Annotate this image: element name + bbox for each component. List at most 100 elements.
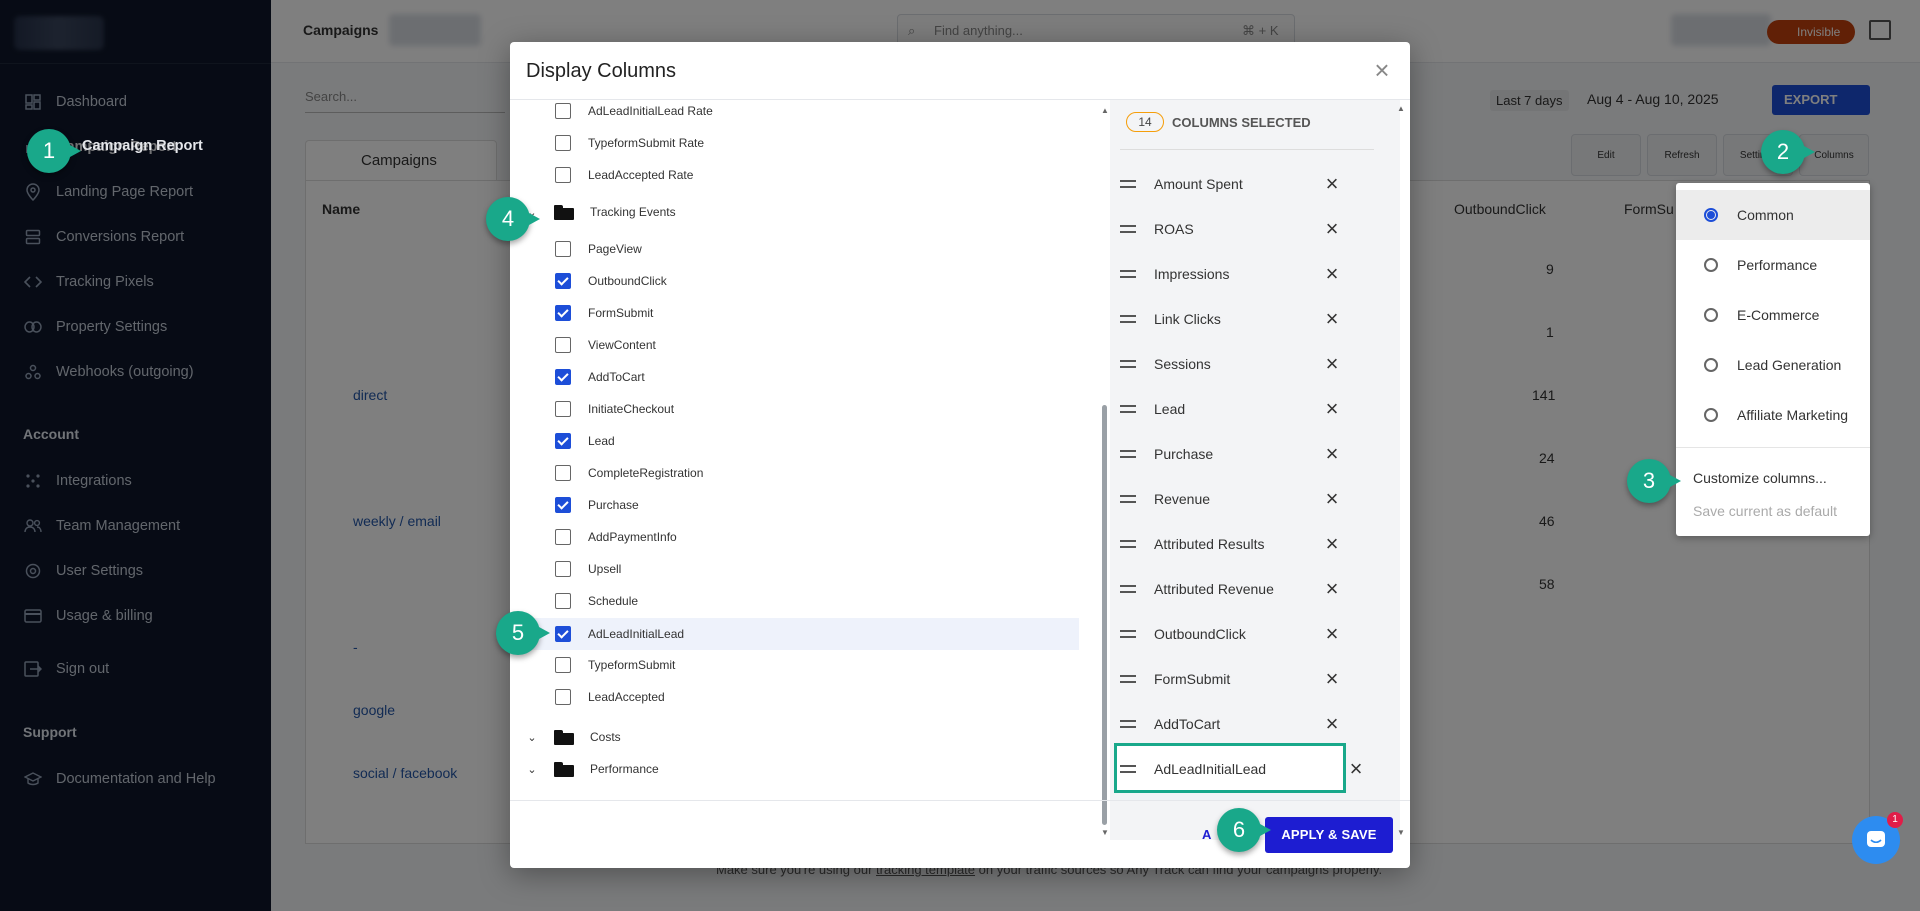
remove-icon[interactable]: × (1320, 262, 1344, 286)
checkbox[interactable] (555, 529, 571, 545)
column-checkbox-row[interactable]: LeadAccepted Rate (510, 162, 1080, 188)
remove-icon[interactable]: × (1320, 487, 1344, 511)
checkbox[interactable] (555, 561, 571, 577)
column-checkbox-row[interactable]: CompleteRegistration (510, 460, 1080, 486)
checkbox[interactable] (555, 593, 571, 609)
column-checkbox-row[interactable]: AddPaymentInfo (510, 524, 1080, 550)
drag-handle-icon[interactable] (1120, 225, 1136, 233)
close-icon[interactable]: × (1370, 57, 1394, 83)
scroll-down-arrow[interactable]: ▼ (1397, 828, 1405, 837)
preset-option-lead-generation[interactable]: Lead Generation (1676, 340, 1870, 390)
preset-option-affiliate-marketing[interactable]: Affiliate Marketing (1676, 390, 1870, 440)
selected-column-row[interactable]: Attributed Results × (1120, 522, 1350, 566)
chevron-down-icon[interactable]: ⌄ (526, 763, 538, 776)
scroll-up-arrow[interactable]: ▲ (1397, 104, 1405, 113)
chat-notification-badge: 1 (1887, 812, 1903, 828)
checkbox[interactable] (555, 135, 571, 151)
column-checkbox-row[interactable]: AddToCart (510, 364, 1080, 390)
remove-icon[interactable]: × (1320, 397, 1344, 421)
selected-column-row[interactable]: Link Clicks × (1120, 297, 1350, 341)
selected-column-row[interactable]: Lead × (1120, 387, 1350, 431)
selected-column-row[interactable]: Attributed Revenue × (1120, 567, 1350, 611)
selected-column-row[interactable]: Sessions × (1120, 342, 1350, 386)
selected-column-row[interactable]: FormSubmit × (1120, 657, 1350, 701)
drag-handle-icon[interactable] (1120, 360, 1136, 368)
drag-handle-icon[interactable] (1120, 180, 1136, 188)
column-checkbox-row[interactable]: TypeformSubmit (510, 652, 1080, 678)
preset-option-ecommerce[interactable]: E-Commerce (1676, 290, 1870, 340)
column-checkbox-row[interactable]: Lead (510, 428, 1080, 454)
checkbox[interactable] (555, 337, 571, 353)
drag-handle-icon[interactable] (1120, 630, 1136, 638)
drag-handle-icon[interactable] (1120, 270, 1136, 278)
drag-handle-icon[interactable] (1120, 585, 1136, 593)
remove-icon[interactable]: × (1344, 757, 1368, 781)
selected-column-row[interactable]: OutboundClick × (1120, 612, 1350, 656)
checkbox-checked[interactable] (555, 497, 571, 513)
checkbox[interactable] (555, 103, 571, 119)
checkbox[interactable] (555, 167, 571, 183)
column-checkbox-row[interactable]: Upsell (510, 556, 1080, 582)
remove-icon[interactable]: × (1320, 442, 1344, 466)
checkbox[interactable] (555, 465, 571, 481)
selected-column-row[interactable]: Impressions × (1120, 252, 1350, 296)
preset-option-performance[interactable]: Performance (1676, 240, 1870, 290)
customize-columns-option[interactable]: Customize columns... (1693, 470, 1827, 486)
selected-column-row[interactable]: Amount Spent × (1120, 162, 1350, 206)
remove-icon[interactable]: × (1320, 667, 1344, 691)
column-checkbox-row[interactable]: AdLeadInitialLead Rate (510, 98, 1080, 124)
column-checkbox-row[interactable]: InitiateCheckout (510, 396, 1080, 422)
remove-icon[interactable]: × (1320, 622, 1344, 646)
column-checkbox-row[interactable]: LeadAccepted (510, 684, 1080, 710)
drag-handle-icon[interactable] (1120, 675, 1136, 683)
drag-handle-icon[interactable] (1120, 540, 1136, 548)
checkbox[interactable] (555, 401, 571, 417)
preset-option-common[interactable]: Common (1676, 190, 1870, 240)
drag-handle-icon[interactable] (1120, 405, 1136, 413)
selected-column-row[interactable]: AddToCart × (1120, 702, 1350, 746)
remove-icon[interactable]: × (1320, 352, 1344, 376)
remove-icon[interactable]: × (1320, 307, 1344, 331)
checkbox-checked[interactable] (555, 626, 571, 642)
right-panel-scrollbar[interactable]: ▲ ▼ (1394, 100, 1408, 840)
drag-handle-icon[interactable] (1120, 765, 1136, 773)
drag-handle-icon[interactable] (1120, 315, 1136, 323)
drag-handle-icon[interactable] (1120, 450, 1136, 458)
selected-column-label: OutboundClick (1154, 626, 1246, 642)
chevron-down-icon[interactable]: ⌄ (526, 731, 538, 744)
column-checkbox-row[interactable]: Purchase (510, 492, 1080, 518)
column-checkbox-row-highlighted[interactable]: AdLeadInitialLead (510, 618, 1079, 650)
drag-handle-icon[interactable] (1120, 720, 1136, 728)
scroll-down-arrow[interactable]: ▼ (1101, 828, 1109, 837)
checkbox-checked[interactable] (555, 433, 571, 449)
remove-icon[interactable]: × (1320, 712, 1344, 736)
scrollbar-thumb[interactable] (1102, 405, 1107, 825)
column-checkbox-row[interactable]: TypeformSubmit Rate (510, 130, 1080, 156)
folder-costs[interactable]: ⌄ Costs (510, 724, 621, 750)
checkbox[interactable] (555, 657, 571, 673)
cancel-button[interactable]: A (1202, 827, 1211, 842)
selected-column-row[interactable]: ROAS × (1120, 207, 1350, 251)
column-checkbox-row[interactable]: OutboundClick (510, 268, 1080, 294)
remove-icon[interactable]: × (1320, 577, 1344, 601)
checkbox[interactable] (555, 241, 571, 257)
remove-icon[interactable]: × (1320, 217, 1344, 241)
checkbox-checked[interactable] (555, 369, 571, 385)
column-checkbox-row[interactable]: ViewContent (510, 332, 1080, 358)
column-checkbox-row[interactable]: Schedule (510, 588, 1080, 614)
column-checkbox-row[interactable]: PageView (510, 236, 1080, 262)
selected-column-row-new[interactable]: AdLeadInitialLead × (1114, 743, 1362, 793)
apply-save-button[interactable]: APPLY & SAVE (1265, 817, 1393, 853)
column-checkbox-row[interactable]: FormSubmit (510, 300, 1080, 326)
checkbox-checked[interactable] (555, 273, 571, 289)
folder-label: Costs (590, 730, 621, 744)
checkbox[interactable] (555, 689, 571, 705)
drag-handle-icon[interactable] (1120, 495, 1136, 503)
remove-icon[interactable]: × (1320, 172, 1344, 196)
selected-column-row[interactable]: Revenue × (1120, 477, 1350, 521)
selected-column-row[interactable]: Purchase × (1120, 432, 1350, 476)
checkbox-checked[interactable] (555, 305, 571, 321)
remove-icon[interactable]: × (1320, 532, 1344, 556)
folder-performance[interactable]: ⌄ Performance (510, 756, 659, 782)
scroll-up-arrow[interactable]: ▲ (1101, 106, 1109, 115)
